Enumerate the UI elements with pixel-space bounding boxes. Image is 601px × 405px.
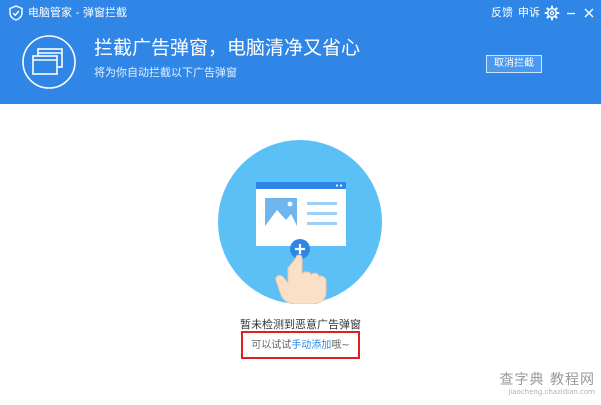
popup-windows-icon	[22, 35, 76, 89]
minimize-icon[interactable]	[563, 5, 579, 21]
empty-state-title: 暂未检测到恶意广告弹窗	[240, 318, 361, 331]
feedback-link[interactable]: 反馈	[491, 5, 513, 21]
title-bar: 电脑管家 - 弹窗拦截 反馈 申诉	[0, 0, 601, 26]
app-title: 电脑管家 - 弹窗拦截	[28, 6, 127, 19]
hint-suffix: 哦~	[331, 340, 350, 351]
hand-add-window-illustration	[218, 140, 382, 304]
hint-prefix: 可以试试	[251, 340, 292, 351]
complaint-link[interactable]: 申诉	[518, 5, 540, 21]
banner-title: 拦截广告弹窗，电脑清净又省心	[94, 37, 361, 59]
cancel-block-button[interactable]: 取消拦截	[486, 55, 542, 73]
manual-add-hint: 可以试试手动添加哦~	[0, 339, 601, 352]
watermark-main: 查字典 教程网	[499, 372, 595, 388]
watermark: 查字典 教程网 jiaocheng.chazidian.com	[500, 372, 595, 397]
manual-add-link[interactable]: 手动添加	[291, 340, 331, 351]
header-banner: 电脑管家 - 弹窗拦截 反馈 申诉 拦截广告弹窗，电脑清净又省心 将为你自动拦截…	[0, 0, 601, 104]
close-icon[interactable]	[581, 5, 597, 21]
watermark-url: jiaocheng.chazidian.com	[508, 388, 595, 396]
app-logo-icon	[9, 5, 23, 21]
settings-gear-icon[interactable]	[544, 5, 560, 21]
banner-subtitle: 将为你自动拦截以下广告弹窗	[94, 66, 237, 79]
